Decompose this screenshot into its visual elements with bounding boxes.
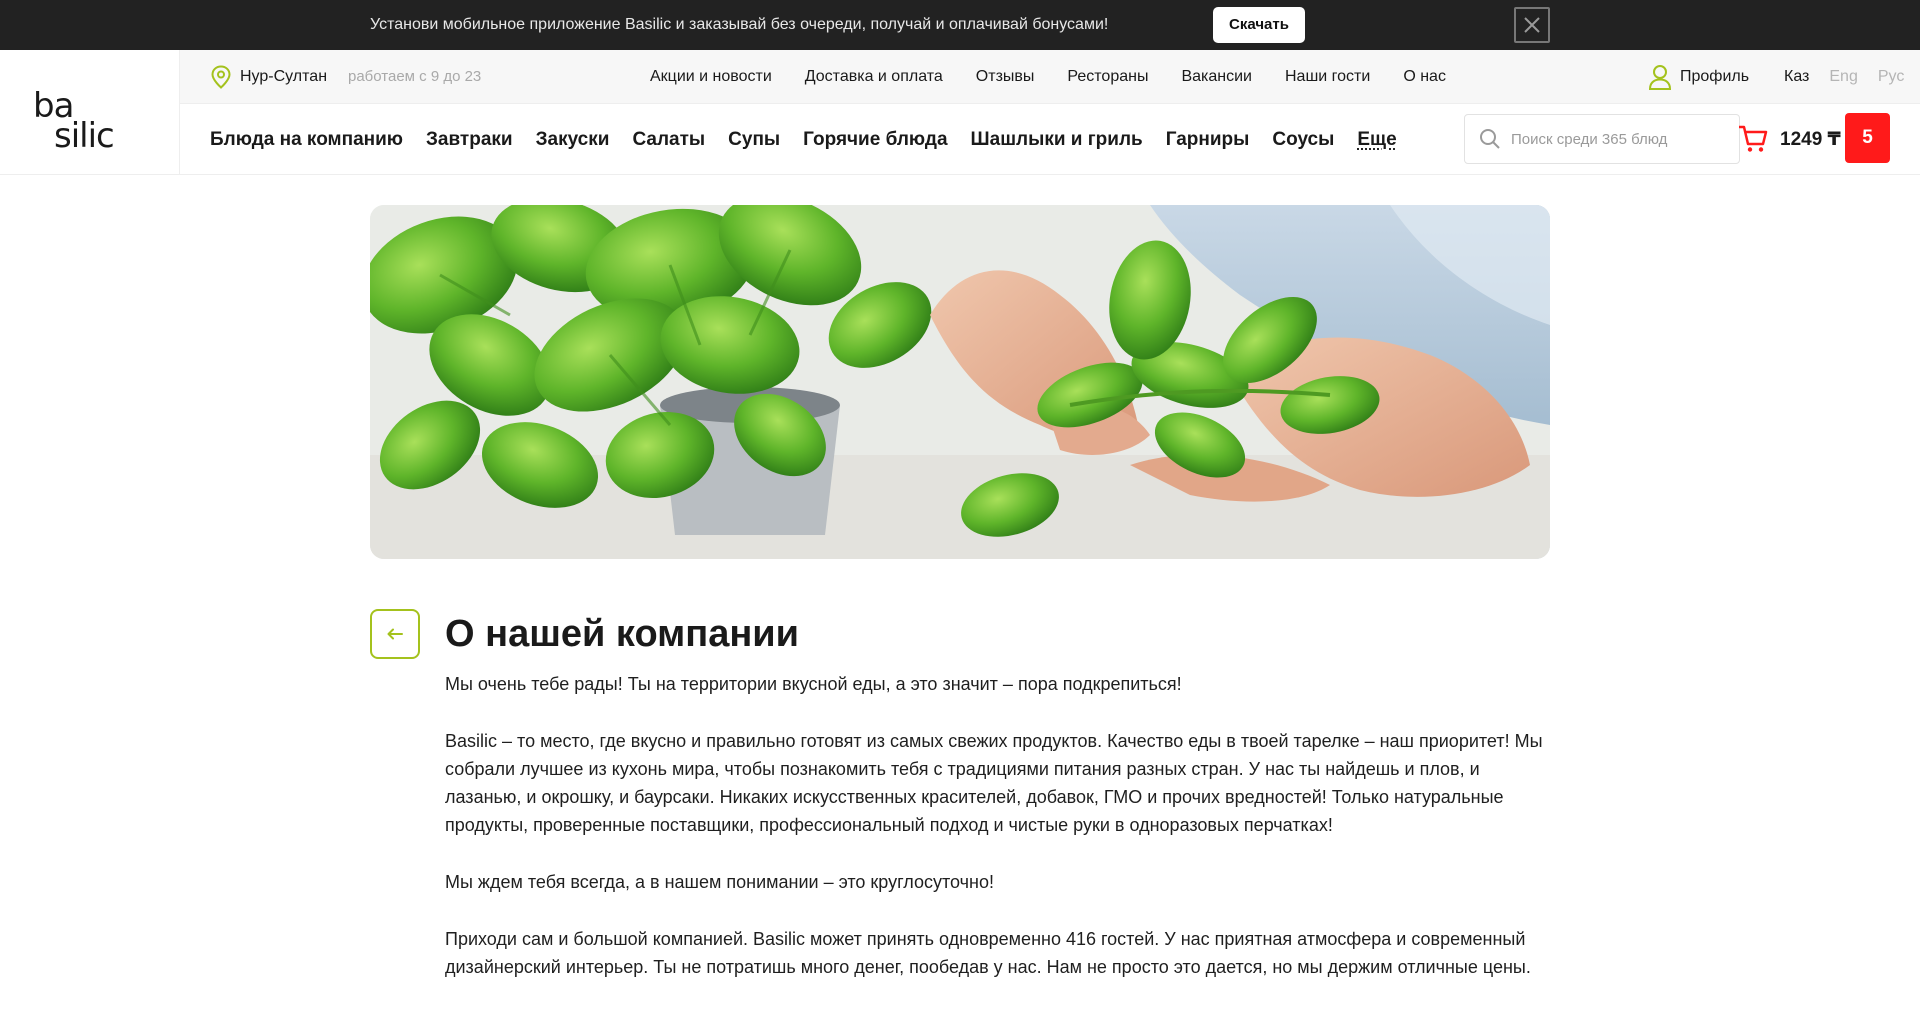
page-title: О нашей компании xyxy=(445,613,800,655)
lang-rus[interactable]: Рус xyxy=(1878,68,1905,86)
city-selector[interactable]: Нур-Султан xyxy=(210,50,327,104)
category-hot-dishes[interactable]: Горячие блюда xyxy=(803,129,947,151)
cart-item-count[interactable]: 5 xyxy=(1845,113,1890,163)
category-garnishes[interactable]: Гарниры xyxy=(1166,129,1250,151)
lang-kaz[interactable]: Каз xyxy=(1784,68,1809,86)
category-salads[interactable]: Салаты xyxy=(632,129,705,151)
download-app-button[interactable]: Скачать xyxy=(1213,7,1305,43)
profile-link[interactable]: Профиль xyxy=(1648,50,1749,104)
category-sauces[interactable]: Соусы xyxy=(1272,129,1334,151)
arrow-left-icon xyxy=(387,628,403,640)
category-soups[interactable]: Супы xyxy=(728,129,780,151)
about-content: Мы очень тебе рады! Ты на территории вку… xyxy=(445,670,1545,1010)
category-grill[interactable]: Шашлыки и гриль xyxy=(971,129,1143,151)
about-paragraph-1: Мы очень тебе рады! Ты на территории вку… xyxy=(445,674,1182,694)
working-hours: работаем с 9 до 23 xyxy=(348,68,482,85)
location-pin-icon xyxy=(211,65,231,89)
search-input[interactable] xyxy=(1511,130,1731,148)
search-icon xyxy=(1480,129,1500,149)
nav-promotions-news[interactable]: Акции и новости xyxy=(650,68,772,86)
nav-about-us[interactable]: О нас xyxy=(1403,68,1446,86)
promo-close-button[interactable] xyxy=(1514,7,1550,43)
app-promo-bar: Установи мобильное приложение Basilic и … xyxy=(0,0,1920,50)
logo-text-bottom: silic xyxy=(54,116,115,156)
nav-delivery-payment[interactable]: Доставка и оплата xyxy=(805,68,943,86)
lang-eng[interactable]: Eng xyxy=(1829,68,1857,86)
category-more-dropdown[interactable]: Еще xyxy=(1357,129,1396,151)
about-paragraph-2: Basilic – то место, где вкусно и правиль… xyxy=(445,731,1543,835)
cart-button[interactable]: 1249 ₸ xyxy=(1738,120,1841,158)
promo-text: Установи мобильное приложение Basilic и … xyxy=(370,16,1109,33)
about-paragraph-3: Мы ждем тебя всегда, а в нашем понимании… xyxy=(445,872,994,892)
profile-label: Профиль xyxy=(1680,68,1750,85)
city-name: Нур-Султан xyxy=(240,68,328,85)
shopping-cart-icon xyxy=(1739,125,1768,152)
about-paragraph-4: Приходи сам и большой компанией. Basilic… xyxy=(445,929,1531,977)
nav-reviews[interactable]: Отзывы xyxy=(976,68,1035,86)
category-breakfasts[interactable]: Завтраки xyxy=(426,129,513,151)
language-switcher: Каз Eng Рус xyxy=(1784,50,1920,104)
site-header: ba silic Нур-Султан работаем с 9 до 23 А… xyxy=(0,50,1920,175)
nav-our-guests[interactable]: Наши гости xyxy=(1285,68,1370,86)
top-navigation: Акции и новости Доставка и оплата Отзывы… xyxy=(650,50,1479,104)
cart-total: 1249 ₸ xyxy=(1780,128,1841,150)
user-icon xyxy=(1648,65,1672,90)
logo[interactable]: ba silic xyxy=(0,50,180,175)
back-button[interactable] xyxy=(370,609,420,659)
category-company-dishes[interactable]: Блюда на компанию xyxy=(210,129,403,151)
nav-restaurants[interactable]: Рестораны xyxy=(1067,68,1148,86)
category-snacks[interactable]: Закуски xyxy=(536,129,610,151)
close-icon xyxy=(1524,17,1540,33)
search-box xyxy=(1464,114,1740,164)
category-navigation: Блюда на компанию Завтраки Закуски Салат… xyxy=(210,104,1420,175)
top-bar: Нур-Султан работаем с 9 до 23 Акции и но… xyxy=(180,50,1920,104)
nav-vacancies[interactable]: Вакансии xyxy=(1181,68,1252,86)
hero-basil-image xyxy=(370,205,1550,559)
